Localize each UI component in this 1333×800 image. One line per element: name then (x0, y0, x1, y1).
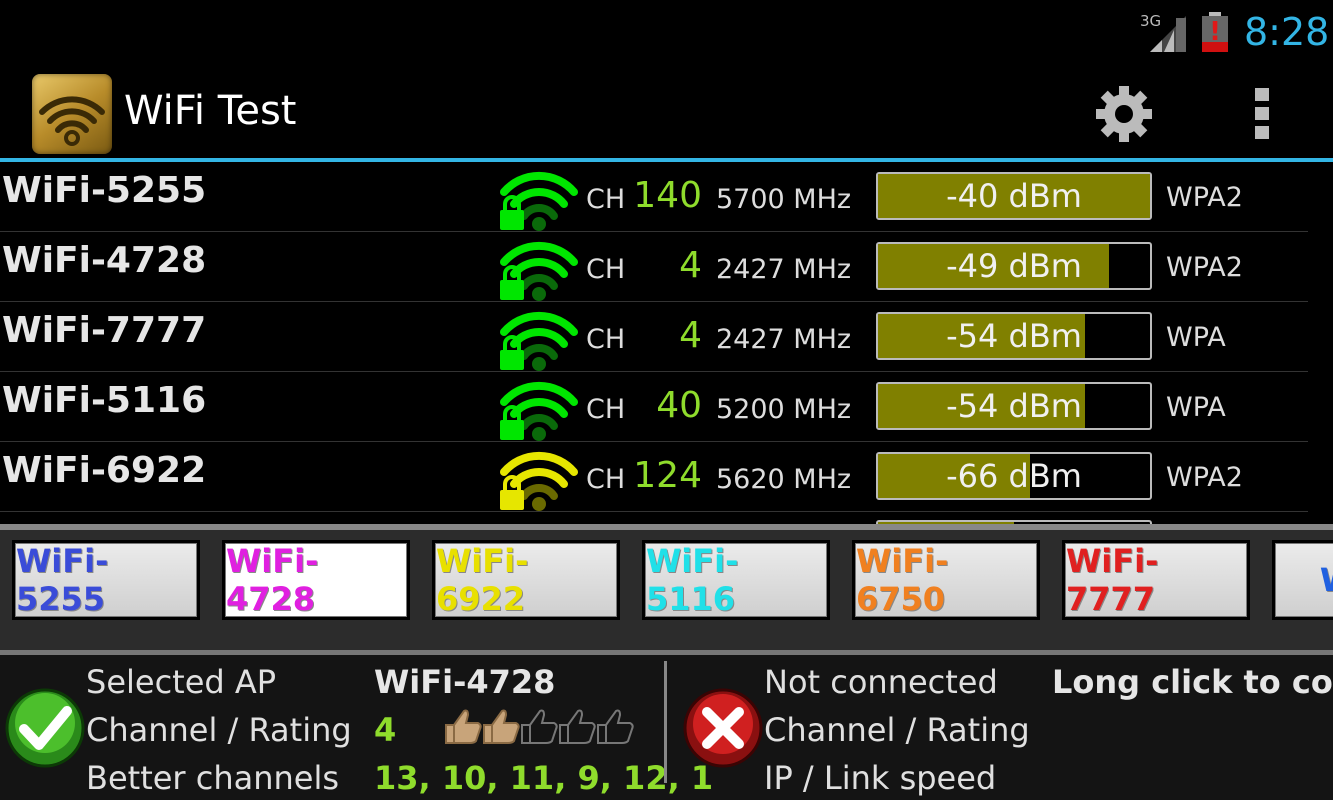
signal-strength-text: -54 dBm (946, 317, 1082, 355)
signal-strength-text: -40 dBm (946, 177, 1082, 215)
connection-channel-rating-label: Channel / Rating (764, 711, 1030, 749)
connection-status-label: Not connected (764, 663, 998, 701)
wifi-signal-lock-icon (500, 311, 578, 371)
info-panel-separator (664, 661, 667, 783)
access-point-list[interactable]: WiFi-5255 CH 140 5700 MHz -40 dBm WPA2 W… (0, 162, 1333, 524)
better-channels-value: 13, 10, 11, 9, 12, 1 (374, 759, 714, 797)
security-type: WPA (1166, 392, 1226, 423)
thumbs-up-icon (559, 709, 596, 744)
clock: 8:28 (1244, 10, 1330, 54)
ap-chip-label: WiFi-6750 (856, 542, 949, 618)
wifi-signal-lock-icon (500, 451, 578, 511)
security-type: WPA2 (1166, 252, 1243, 283)
ap-chip-button[interactable]: WiFi-5255 (12, 540, 200, 620)
signal-strength-bar: -54 dBm (876, 382, 1152, 430)
ap-chip-label: WiFi-7777 (1066, 542, 1159, 618)
signal-strength-bar: -54 dBm (876, 312, 1152, 360)
signal-strength-bar: -66 dBm (876, 452, 1152, 500)
app-logo-wifi-icon[interactable] (32, 74, 112, 154)
channel-number: 4 (679, 315, 702, 356)
checkmark-ok-icon (5, 688, 85, 768)
ap-list-row[interactable]: WiFi-5116 CH 40 5200 MHz -54 dBm WPA (0, 372, 1333, 442)
security-type: WPA2 (1166, 182, 1243, 213)
ap-chip-label: WiFi-6922 (436, 542, 529, 618)
ap-list-row[interactable]: WiFi-6922 CH 124 5620 MHz -66 dBm WPA2 (0, 442, 1333, 512)
thumbs-up-icon (597, 709, 634, 744)
wifi-signal-lock-icon (500, 171, 578, 231)
ap-chip-button[interactable]: WiFi- (1272, 540, 1333, 620)
channel-number: 40 (656, 385, 702, 426)
ap-chip-label: WiFi-5116 (646, 542, 739, 618)
action-bar: WiFi Test (0, 64, 1333, 158)
ap-ssid: WiFi-7777 (2, 310, 207, 351)
wifi-signal-lock-icon (500, 241, 578, 301)
signal-strength-bar: -40 dBm (876, 172, 1152, 220)
thumbs-up-icon (521, 709, 558, 744)
app-title: WiFi Test (124, 88, 297, 134)
channel-number: 140 (633, 175, 702, 216)
ap-list-row[interactable]: WiFi-7777 CH 4 2427 MHz -54 dBm WPA (0, 302, 1333, 372)
frequency: 5200 MHz (716, 394, 852, 425)
channel-number: 124 (633, 455, 702, 496)
selected-ap-label: Selected AP (86, 663, 277, 701)
gear-icon[interactable] (1096, 86, 1152, 142)
overflow-menu-icon[interactable] (1255, 88, 1271, 140)
mobile-signal-icon: 3G (1140, 12, 1186, 52)
long-click-hint: Long click to conn (1052, 663, 1333, 701)
battery-alert-icon: ! (1202, 12, 1228, 52)
ap-ssid: WiFi-5255 (2, 170, 207, 211)
signal-strength-text: -54 dBm (946, 387, 1082, 425)
signal-strength-text: -49 dBm (946, 247, 1082, 285)
ap-list-row[interactable]: WiFi-4728 CH 4 2427 MHz -49 dBm WPA2 (0, 232, 1333, 302)
close-error-icon (683, 688, 763, 768)
ap-chip-button[interactable]: WiFi-7777 (1062, 540, 1250, 620)
ap-ssid: WiFi-5116 (2, 380, 207, 421)
frequency: 5620 MHz (716, 464, 852, 495)
signal-strength-text: -66 dBm (946, 457, 1082, 495)
signal-strength-bar: -49 dBm (876, 242, 1152, 290)
selected-ap-value: WiFi-4728 (374, 663, 556, 701)
ap-chip-label: WiFi- (1320, 561, 1333, 599)
ap-chip-button[interactable]: WiFi-6922 (432, 540, 620, 620)
ap-selector-bar[interactable]: WiFi-5255 WiFi-4728 WiFi-6922 WiFi-5116 WiFi… (0, 530, 1333, 650)
ap-chip-label: WiFi-4728 (226, 542, 319, 618)
channel-rating-label: Channel / Rating (86, 711, 352, 749)
security-type: WPA (1166, 322, 1226, 353)
ap-ssid: WiFi-4728 (2, 240, 207, 281)
svg-text:!: ! (1209, 17, 1221, 47)
ap-chip-button[interactable]: WiFi-5116 (642, 540, 830, 620)
ap-chip-button[interactable]: WiFi-6750 (852, 540, 1040, 620)
info-panel: Selected AP WiFi-4728 Channel / Rating 4… (0, 655, 1333, 800)
better-channels-label: Better channels (86, 759, 340, 797)
selected-channel-value: 4 (374, 711, 397, 749)
frequency: 2427 MHz (716, 254, 852, 285)
frequency: 2427 MHz (716, 324, 852, 355)
ap-list-row-partial (0, 512, 1333, 524)
ap-list-row[interactable]: WiFi-5255 CH 140 5700 MHz -40 dBm WPA2 (0, 162, 1333, 232)
ip-link-speed-label: IP / Link speed (764, 759, 997, 797)
thumbs-up-icon (445, 709, 482, 744)
ap-chip-label: WiFi-5255 (16, 542, 109, 618)
wifi-signal-lock-icon (500, 381, 578, 441)
channel-number: 4 (679, 245, 702, 286)
security-type: WPA2 (1166, 462, 1243, 493)
status-bar: 3G 3G ! 8:28 (0, 0, 1333, 64)
thumbs-up-icon (483, 709, 520, 744)
ap-ssid: WiFi-6922 (2, 450, 207, 491)
ap-chip-button[interactable]: WiFi-4728 (222, 540, 410, 620)
frequency: 5700 MHz (716, 184, 852, 215)
svg-text:3G: 3G (1140, 12, 1161, 30)
channel-rating-thumbs (445, 709, 634, 744)
